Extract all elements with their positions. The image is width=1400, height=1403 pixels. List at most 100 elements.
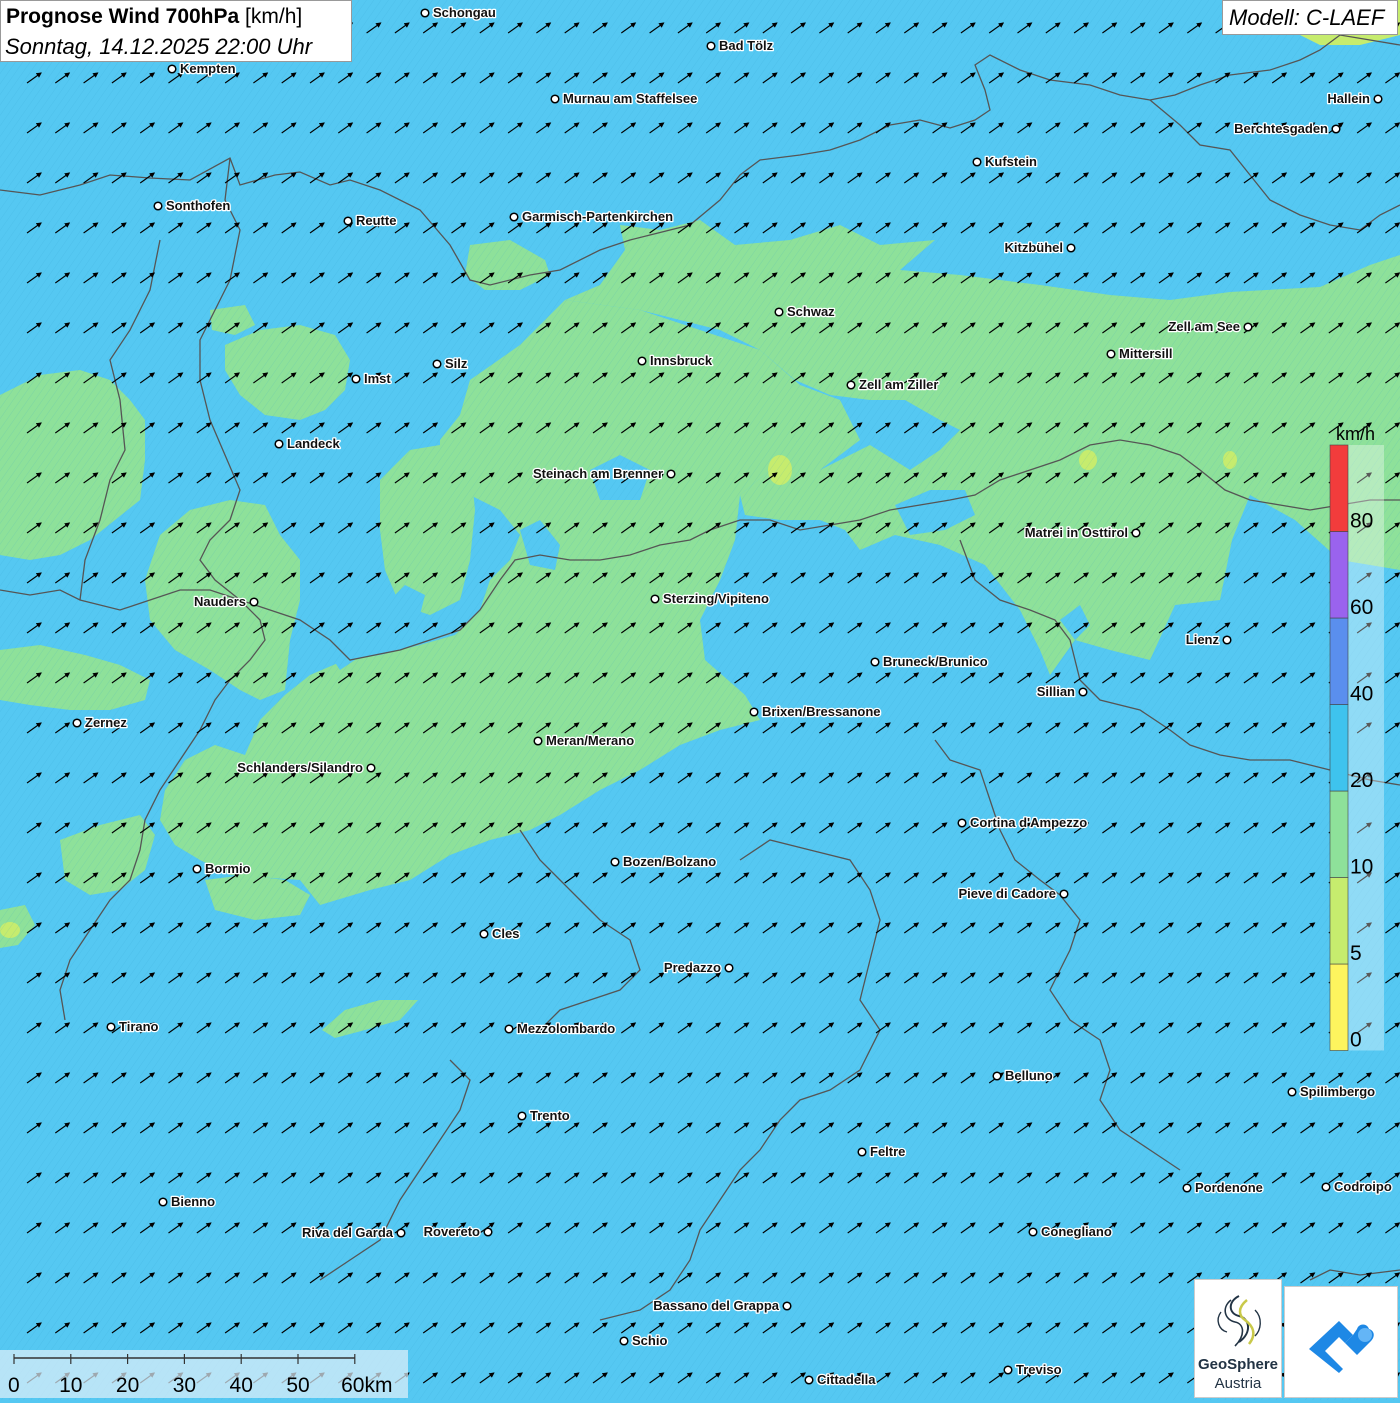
city-label: Bormio: [205, 861, 251, 876]
city-dot: [1059, 889, 1069, 899]
city-dot: [1066, 243, 1076, 253]
city-dot: [509, 212, 519, 222]
city-label: Brixen/Bressanone: [762, 704, 881, 719]
city-dot: [724, 963, 734, 973]
city-dot: [396, 1228, 406, 1238]
city-label: Sillian: [1037, 684, 1075, 699]
city-label: Zell am Ziller: [859, 377, 938, 392]
city-label: Reutte: [356, 213, 396, 228]
map-title-unit: [km/h]: [245, 5, 303, 28]
legend-swatch: [1329, 877, 1349, 965]
city-label: Murnau am Staffelsee: [563, 91, 697, 106]
city-dot: [1182, 1183, 1192, 1193]
city-dot: [957, 818, 967, 828]
city-label: Conegliano: [1041, 1224, 1112, 1239]
city-dot: [366, 763, 376, 773]
city-label: Hallein: [1327, 91, 1370, 106]
weather-app-logo-icon: [1309, 1321, 1374, 1373]
city-dot: [972, 157, 982, 167]
city-marker: Conegliano: [1028, 1223, 1113, 1240]
city-label: Garmisch-Partenkirchen: [522, 209, 673, 224]
city-label: Mittersill: [1119, 346, 1172, 361]
city-label: Lienz: [1186, 632, 1220, 647]
map-title-main: Prognose Wind 700hPa: [6, 5, 240, 28]
city-dot: [1003, 1365, 1013, 1375]
geosphere-logo[interactable]: GeoSphere Austria: [1194, 1279, 1282, 1398]
city-label: Bruneck/Brunico: [883, 654, 988, 669]
city-label: Trento: [530, 1108, 570, 1123]
scale-bar-label: 10: [59, 1374, 82, 1397]
city-dot: [72, 718, 82, 728]
legend-swatch: [1329, 444, 1349, 532]
scale-bar-label: 20: [116, 1374, 139, 1397]
legend-swatch: [1329, 963, 1349, 1051]
city-marker: Meran/Merano: [533, 732, 635, 749]
legend-label: 80: [1350, 510, 1373, 533]
city-label: Meran/Merano: [546, 733, 634, 748]
map-title: Prognose Wind 700hPa [km/h]: [6, 5, 302, 29]
scale-bar-graphic: 0 10 20 30 40 50 60km: [8, 1354, 392, 1397]
city-dot: [1373, 94, 1383, 104]
scale-bar-label: 30: [173, 1374, 196, 1397]
city-dot: [504, 1024, 514, 1034]
model-box: Modell: C-LAEF: [1222, 0, 1398, 35]
city-dot: [533, 736, 543, 746]
city-marker: Sterzing/Vipiteno: [650, 590, 770, 607]
city-label: Cles: [492, 926, 519, 941]
city-label: Belluno: [1005, 1068, 1053, 1083]
city-dot: [637, 356, 647, 366]
city-marker: Pordenone: [1182, 1179, 1264, 1196]
city-dot: [167, 64, 177, 74]
city-dot: [774, 307, 784, 317]
city-dot: [804, 1375, 814, 1385]
city-dot: [192, 864, 202, 874]
city-marker: Brixen/Bressanone: [749, 703, 882, 720]
city-label: Kitzbühel: [1005, 240, 1064, 255]
city-label: Bozen/Bolzano: [623, 854, 716, 869]
city-dot: [483, 1227, 493, 1237]
scale-bar-label: 40: [230, 1374, 253, 1397]
weather-app-logo[interactable]: [1284, 1286, 1398, 1398]
city-marker: Murnau am Staffelsee: [550, 90, 699, 107]
city-dot: [420, 8, 430, 18]
city-dot: [610, 857, 620, 867]
city-label: Zernez: [85, 715, 127, 730]
legend-swatch: [1329, 790, 1349, 878]
wind-map: Schongau Bad Tölz Kempten Murnau am Staffel…: [0, 0, 1400, 1400]
city-marker: Schlanders/Silandro: [236, 759, 376, 776]
city-dot: [1106, 349, 1116, 359]
city-dot: [1331, 124, 1341, 134]
geosphere-logo-icon: [1217, 1295, 1261, 1347]
geosphere-name: GeoSphere: [1197, 1356, 1279, 1373]
city-dot: [274, 439, 284, 449]
city-marker: Cortina d'Ampezzo: [957, 814, 1089, 831]
city-marker: Garmisch-Partenkirchen: [509, 208, 674, 225]
city-label: Schongau: [433, 5, 496, 20]
city-dot: [650, 594, 660, 604]
city-label: Silz: [445, 356, 468, 371]
city-label: Kempten: [180, 61, 236, 76]
city-marker: Schongau: [420, 4, 497, 21]
city-dot: [1028, 1227, 1038, 1237]
city-dot: [479, 929, 489, 939]
map-title-box: Prognose Wind 700hPa [km/h] Sonntag, 14.…: [0, 0, 352, 62]
city-label: Codroipo: [1334, 1179, 1392, 1194]
city-marker: Zell am See: [1167, 318, 1253, 335]
city-marker: Spilimbergo: [1287, 1083, 1376, 1100]
scale-bar-label: 50: [286, 1374, 309, 1397]
legend-swatch: [1329, 704, 1349, 792]
city-dot: [158, 1197, 168, 1207]
city-dot: [666, 469, 676, 479]
legend-label: 60: [1350, 596, 1373, 619]
city-marker: Pieve di Cadore: [957, 885, 1069, 902]
city-marker: Bozen/Bolzano: [610, 853, 718, 870]
forecast-datetime: Sonntag, 14.12.2025 22:00 Uhr: [5, 34, 313, 59]
city-marker: Mezzolombardo: [504, 1020, 617, 1037]
legend-swatch: [1329, 617, 1349, 705]
city-label: Treviso: [1016, 1362, 1062, 1377]
city-dot: [550, 94, 560, 104]
legend-label: 10: [1350, 856, 1373, 879]
city-label: Steinach am Brenner: [533, 466, 663, 481]
city-dot: [106, 1022, 116, 1032]
city-label: Sonthofen: [166, 198, 230, 213]
